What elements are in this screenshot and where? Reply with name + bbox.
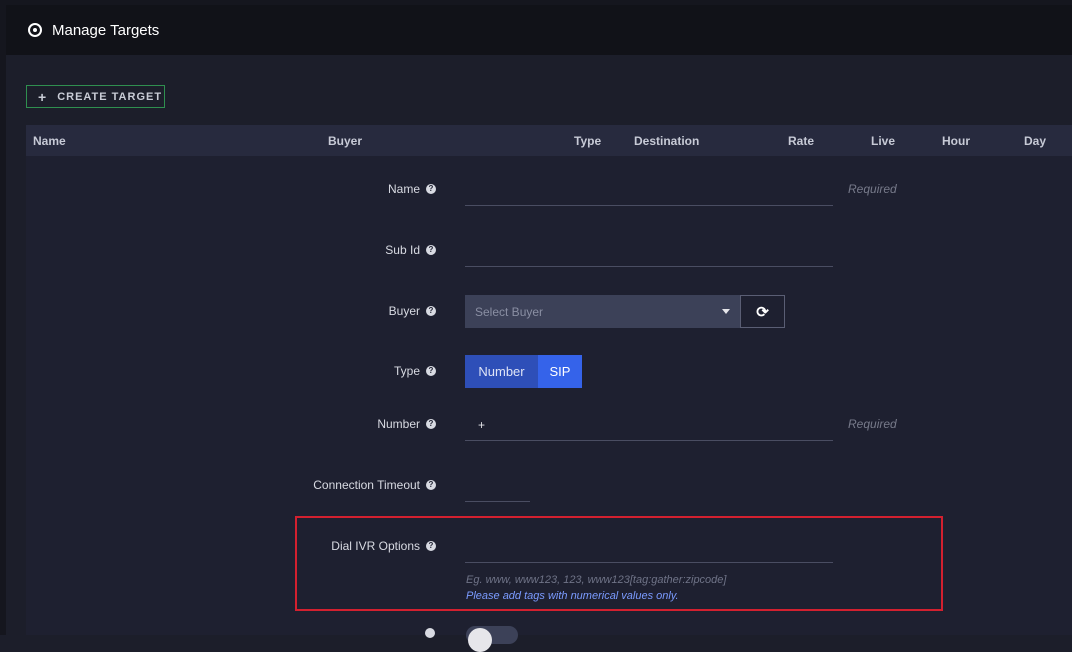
column-header-buyer[interactable]: Buyer	[328, 134, 362, 148]
buyer-label: Buyer?	[389, 304, 436, 318]
targets-table-header: Name Buyer Type Destination Rate Live Ho…	[26, 125, 1072, 156]
target-icon	[28, 23, 42, 37]
dial-ivr-options-label: Dial IVR Options?	[331, 539, 436, 553]
refresh-buyers-button[interactable]: ⟳	[740, 295, 785, 328]
column-header-type[interactable]: Type	[574, 134, 601, 148]
column-header-day[interactable]: Day	[1024, 134, 1046, 148]
page-title: Manage Targets	[52, 21, 160, 39]
window-left-border	[0, 0, 6, 635]
help-icon[interactable]: ?	[426, 183, 436, 194]
column-header-name[interactable]: Name	[33, 134, 66, 148]
name-label: Name?	[388, 182, 436, 196]
help-icon[interactable]: ?	[426, 418, 436, 429]
buyer-select-placeholder: Select Buyer	[475, 305, 544, 319]
help-icon[interactable]: ?	[426, 365, 436, 376]
name-input[interactable]	[465, 205, 833, 206]
page-header: Manage Targets	[6, 5, 1072, 55]
create-target-button[interactable]: + CREATE TARGET	[26, 85, 165, 108]
column-header-destination[interactable]: Destination	[634, 134, 699, 148]
help-icon[interactable]: ?	[426, 540, 436, 551]
type-sip-option[interactable]: SIP	[538, 355, 582, 388]
refresh-icon: ⟳	[756, 303, 769, 321]
name-required-hint: Required	[848, 182, 897, 196]
help-icon[interactable]: ?	[426, 479, 436, 490]
type-number-option[interactable]: Number	[465, 355, 538, 388]
plus-icon: +	[38, 88, 48, 105]
caret-down-icon	[722, 309, 730, 314]
column-header-rate[interactable]: Rate	[788, 134, 814, 148]
dial-ivr-note: Please add tags with numerical values on…	[466, 590, 679, 602]
number-label: Number?	[377, 417, 436, 431]
toggle-switch[interactable]	[466, 626, 518, 652]
connection-timeout-label: Connection Timeout?	[313, 478, 436, 492]
help-icon[interactable]	[425, 628, 435, 638]
help-icon[interactable]: ?	[426, 305, 436, 316]
type-label: Type?	[394, 364, 436, 378]
number-required-hint: Required	[848, 417, 897, 431]
number-input-value[interactable]: +	[478, 418, 485, 432]
number-input[interactable]	[465, 440, 833, 441]
column-header-live[interactable]: Live	[871, 134, 895, 148]
connection-timeout-input[interactable]	[465, 501, 530, 502]
sub-id-label: Sub Id?	[385, 243, 436, 257]
create-target-label: CREATE TARGET	[57, 90, 163, 103]
help-icon[interactable]: ?	[426, 244, 436, 255]
sub-id-input[interactable]	[465, 266, 833, 267]
dial-ivr-example-hint: Eg. www, www123, 123, www123[tag:gather:…	[466, 574, 727, 586]
dial-ivr-options-input[interactable]	[465, 562, 833, 563]
buyer-select[interactable]: Select Buyer	[465, 295, 740, 328]
column-header-hour[interactable]: Hour	[942, 134, 970, 148]
toggle-knob	[468, 628, 492, 652]
